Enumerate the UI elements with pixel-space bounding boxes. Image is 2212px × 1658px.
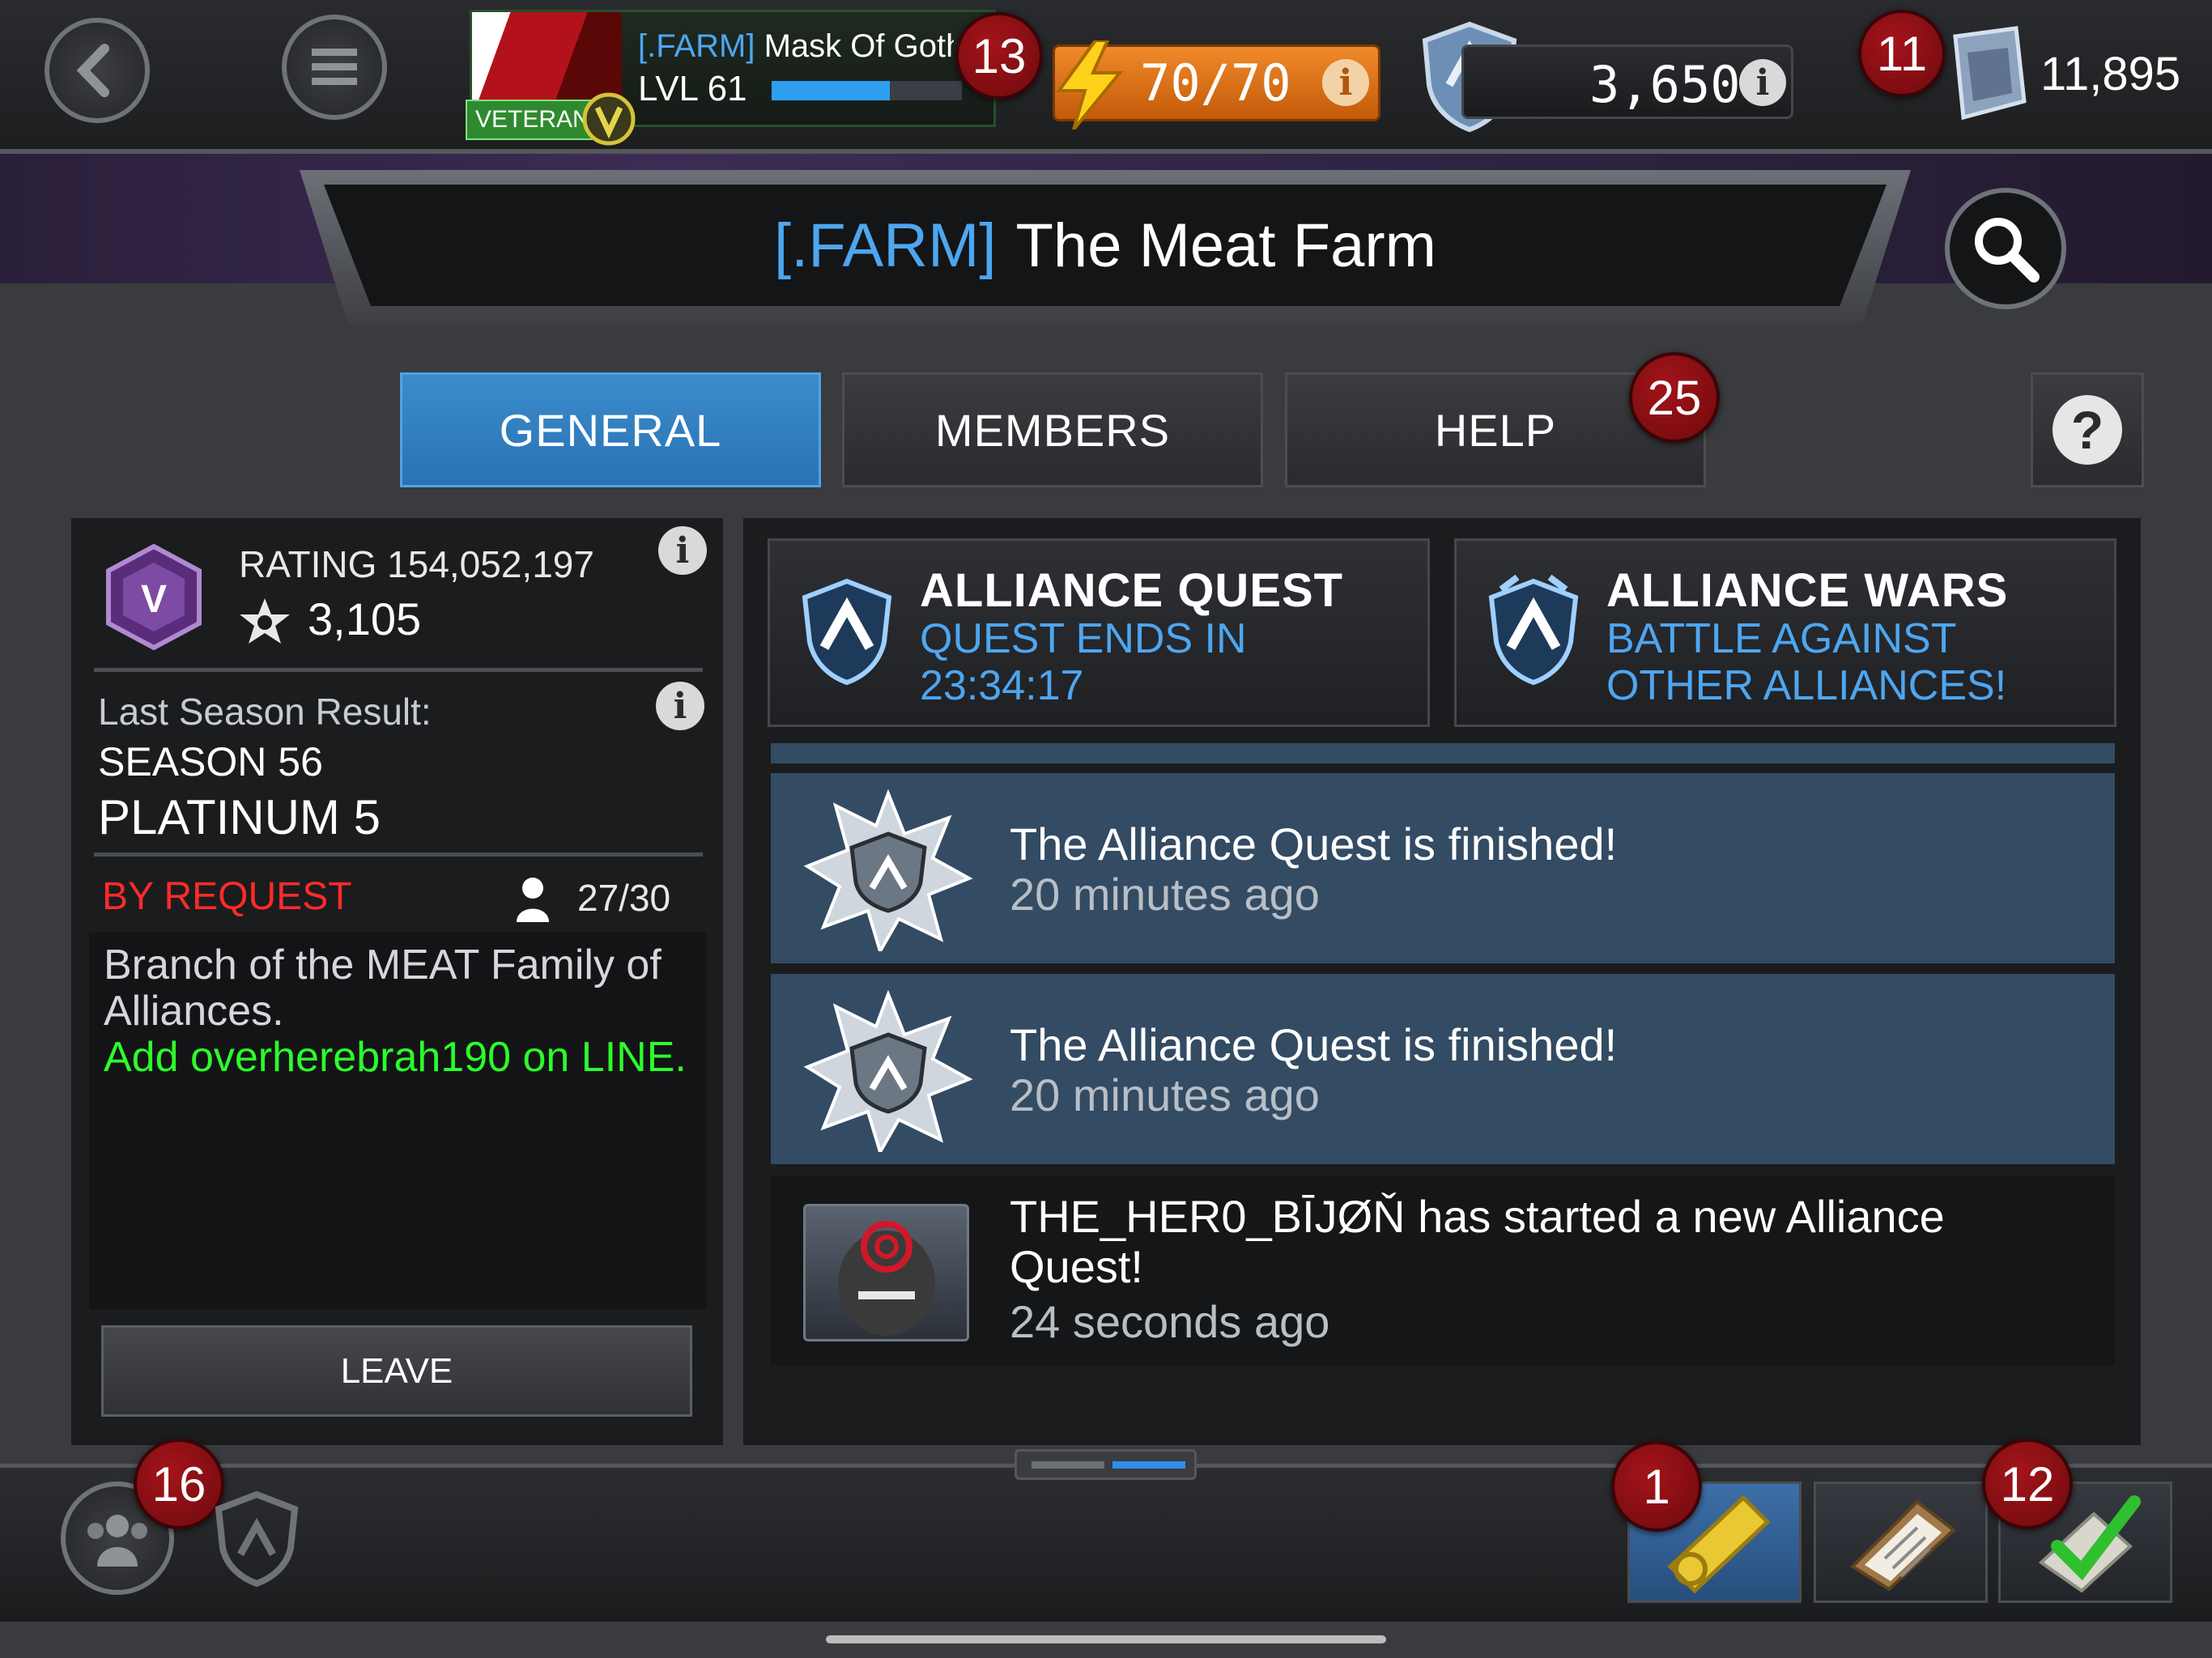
page-dot-inactive	[1032, 1461, 1104, 1469]
units-value: 3,650	[1589, 55, 1741, 114]
veteran-label: VETERAN	[475, 106, 590, 133]
alliance-wars-card[interactable]: ALLIANCE WARS BATTLE AGAINST OTHER ALLIA…	[1454, 538, 2116, 727]
tab-general[interactable]: GENERAL	[400, 372, 821, 487]
clipboard-icon	[1849, 1499, 1956, 1591]
description-text: Branch of the MEAT Family of Alliances.	[104, 942, 661, 1035]
alliance-shield-icon[interactable]	[212, 1490, 301, 1587]
member-count: 27/30	[577, 877, 671, 919]
join-type: BY REQUEST	[102, 875, 352, 918]
description-box: Branch of the MEAT Family of Alliances. …	[89, 933, 706, 1309]
energy-meter[interactable]: 70/70 i	[1053, 40, 1380, 130]
description-contact-note: Add overherebrah190 on LINE.	[104, 1034, 687, 1081]
prestige-value: 3,105	[308, 593, 422, 644]
leave-label: LEAVE	[340, 1350, 453, 1391]
alliance-quest-subtitle: QUEST ENDS IN	[920, 615, 1247, 662]
help-question-button[interactable]: ?	[2031, 372, 2144, 487]
alliance-wars-subtitle-2: OTHER ALLIANCES!	[1606, 662, 2007, 709]
page-indicator	[1015, 1449, 1197, 1480]
alliance-quest-emblem-icon	[802, 578, 892, 686]
alliance-quest-card[interactable]: ALLIANCE QUEST QUEST ENDS IN 23:34:17	[768, 538, 1430, 727]
veteran-rank-icon	[582, 92, 636, 146]
hamburger-icon	[312, 49, 357, 85]
crystals-count: 11,895	[2040, 48, 2181, 100]
season-info-icon[interactable]: i	[656, 682, 704, 730]
alliance-title: [.FARM] The Meat Farm	[324, 185, 1887, 306]
feed-item-text: The Alliance Quest is finished!	[1010, 818, 1618, 869]
tab-members-label: MEMBERS	[934, 404, 1171, 456]
top-bar: VETERAN [.FARM] Mask Of Gotha LVL 61 13 …	[0, 0, 2212, 154]
alliance-rating: RATING 154,052,197	[239, 543, 594, 585]
feed-item-time: 24 seconds ago	[1010, 1296, 1330, 1347]
alliance-star-badge-icon	[803, 990, 973, 1152]
feed-item: THE_HER0_BĪJØŇ has started a new Allianc…	[771, 1175, 2115, 1366]
alliance-wars-emblem-icon	[1488, 574, 1579, 686]
energy-value: 70/70	[1140, 53, 1291, 113]
tab-general-label: GENERAL	[499, 404, 722, 456]
feed-item-time: 20 minutes ago	[1010, 1069, 1320, 1120]
loot-notification-badge: 1	[1611, 1441, 1702, 1532]
energy-info-icon[interactable]: i	[1322, 59, 1369, 106]
avatar-face-icon	[838, 1221, 935, 1336]
lightning-icon	[1056, 40, 1124, 130]
profile-notification-badge: 13	[955, 12, 1043, 100]
alliance-members-badge: 16	[134, 1439, 224, 1529]
alliance-star-badge-icon	[803, 789, 973, 951]
feed-scroll-edge	[771, 743, 2115, 763]
alliance-quest-title: ALLIANCE QUEST	[920, 564, 1344, 617]
player-name: Mask Of Gotha	[764, 28, 954, 64]
home-indicator	[826, 1635, 1386, 1643]
back-button[interactable]	[45, 18, 150, 123]
alliance-log-button[interactable]	[1814, 1482, 1988, 1603]
question-icon: ?	[2052, 395, 2122, 465]
search-button[interactable]	[1945, 188, 2066, 309]
player-alliance-tag: [.FARM]	[638, 28, 755, 64]
units-meter[interactable]: 3,650 i	[1461, 45, 1793, 119]
alliance-wars-title: ALLIANCE WARS	[1606, 564, 2009, 617]
search-icon	[1975, 218, 2040, 283]
alliance-name: The Meat Farm	[1015, 210, 1436, 280]
feed-item: The Alliance Quest is finished! 20 minut…	[771, 974, 2115, 1164]
alliance-quest-timer: 23:34:17	[920, 662, 1084, 709]
last-season-label: Last Season Result:	[98, 691, 432, 733]
feed-item: The Alliance Quest is finished! 20 minut…	[771, 773, 2115, 963]
quests-notification-badge: 12	[1982, 1439, 2073, 1529]
menu-button[interactable]	[282, 15, 387, 120]
units-info-icon[interactable]: i	[1739, 59, 1786, 106]
player-profile-card[interactable]: VETERAN [.FARM] Mask Of Gotha LVL 61	[466, 10, 996, 146]
tab-help-label: HELP	[1434, 404, 1557, 456]
page-dot-active	[1112, 1461, 1185, 1469]
alliance-tag: [.FARM]	[774, 210, 997, 280]
tab-members[interactable]: MEMBERS	[842, 372, 1263, 487]
feed-item-time: 20 minutes ago	[1010, 869, 1320, 920]
player-level: LVL 61	[638, 69, 747, 108]
last-season-tier: PLATINUM 5	[98, 790, 381, 844]
last-season-number: SEASON 56	[98, 739, 323, 784]
rating-info-icon[interactable]: i	[658, 526, 707, 575]
crystal-shard-icon[interactable]	[1931, 20, 2036, 125]
member-person-icon	[517, 878, 549, 922]
xp-bar-track	[772, 81, 962, 100]
alliance-info-panel: V RATING 154,052,197 3,105 i Last Season…	[71, 518, 723, 1445]
back-arrow-icon	[76, 44, 109, 97]
xp-bar-fill	[772, 81, 890, 100]
svg-text:V: V	[141, 578, 167, 621]
divider-top	[94, 668, 703, 672]
divider-mid	[94, 852, 703, 857]
prestige-tier-icon: V	[106, 543, 202, 651]
feed-item-text: THE_HER0_BĪJØŇ has started a new Allianc…	[1010, 1191, 1945, 1292]
member-avatar	[803, 1204, 969, 1341]
alliance-wars-subtitle: BATTLE AGAINST	[1606, 615, 1957, 662]
group-people-icon	[87, 1515, 147, 1567]
help-notification-badge: 25	[1629, 352, 1720, 443]
prestige-star-icon	[240, 598, 290, 644]
feed-item-text: The Alliance Quest is finished!	[1010, 1019, 1618, 1070]
leave-button[interactable]: LEAVE	[101, 1325, 692, 1417]
